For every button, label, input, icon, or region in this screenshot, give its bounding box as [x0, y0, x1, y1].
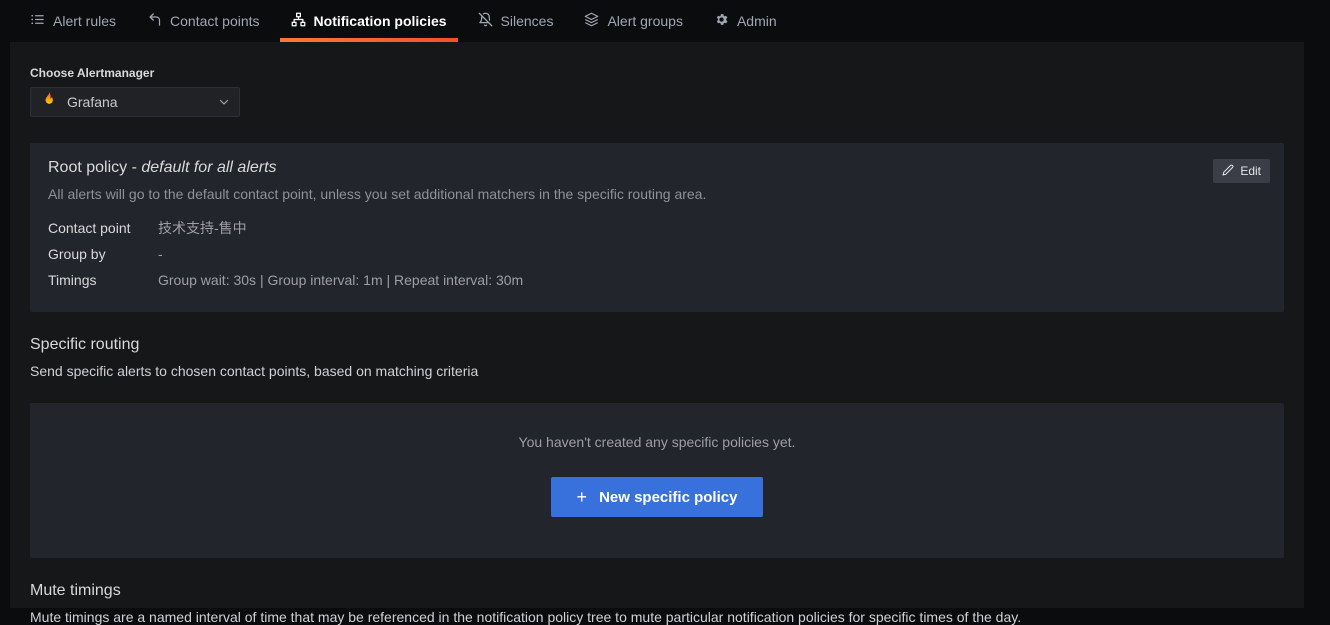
tab-alert-groups[interactable]: Alert groups	[573, 0, 693, 42]
specific-routing-empty-text: You haven't created any specific policie…	[519, 434, 796, 450]
pencil-icon	[1222, 164, 1234, 179]
contact-point-row: Contact point 技术支持-售中	[48, 220, 1266, 237]
corner-arrow-icon	[147, 12, 162, 30]
tab-alert-rules[interactable]: Alert rules	[19, 0, 127, 42]
group-by-row: Group by -	[48, 246, 1266, 263]
new-specific-policy-button[interactable]: + New specific policy	[551, 477, 764, 517]
mute-timings-description: Mute timings are a named interval of tim…	[30, 609, 1284, 625]
tab-label: Contact points	[170, 13, 260, 29]
edit-root-policy-button[interactable]: Edit	[1213, 159, 1270, 183]
tab-silences[interactable]: Silences	[467, 0, 565, 42]
gear-icon	[714, 12, 729, 30]
tab-label: Notification policies	[314, 13, 447, 29]
contact-point-label: Contact point	[48, 220, 158, 237]
alertmanager-selected-value: Grafana	[67, 94, 118, 110]
sitemap-icon	[291, 12, 306, 30]
chevron-down-icon	[218, 96, 230, 108]
alertmanager-picker-label: Choose Alertmanager	[30, 66, 1284, 80]
root-policy-title: Root policy - default for all alerts	[48, 159, 1266, 177]
specific-routing-description: Send specific alerts to chosen contact p…	[30, 363, 1284, 379]
plus-icon: +	[577, 488, 588, 506]
tab-notification-policies[interactable]: Notification policies	[280, 0, 458, 42]
tab-label: Silences	[501, 13, 554, 29]
tab-label: Alert rules	[53, 13, 116, 29]
group-by-label: Group by	[48, 246, 158, 263]
root-policy-title-emphasis: default for all alerts	[141, 159, 276, 176]
notification-policies-page: Choose Alertmanager Grafana Root policy	[10, 42, 1304, 608]
alertmanager-select[interactable]: Grafana	[30, 87, 240, 117]
mute-timings-title: Mute timings	[30, 582, 1284, 600]
bell-slash-icon	[478, 12, 493, 30]
contact-point-value: 技术支持-售中	[158, 220, 247, 237]
tab-label: Alert groups	[607, 13, 682, 29]
tab-label: Admin	[737, 13, 777, 29]
timings-label: Timings	[48, 272, 158, 289]
timings-row: Timings Group wait: 30s | Group interval…	[48, 272, 1266, 289]
tab-admin[interactable]: Admin	[703, 0, 788, 42]
specific-routing-title: Specific routing	[30, 336, 1284, 354]
timings-value: Group wait: 30s | Group interval: 1m | R…	[158, 272, 523, 289]
tab-contact-points[interactable]: Contact points	[136, 0, 271, 42]
root-policy-panel: Root policy - default for all alerts Edi…	[30, 143, 1284, 312]
layers-icon	[584, 12, 599, 30]
root-policy-description: All alerts will go to the default contac…	[48, 186, 1266, 202]
root-policy-details: Contact point 技术支持-售中 Group by - Timings…	[48, 220, 1266, 289]
alerting-tabbar: Alert rules Contact points Notification …	[0, 0, 1330, 42]
list-icon	[30, 12, 45, 30]
edit-button-label: Edit	[1240, 164, 1261, 178]
new-specific-policy-label: New specific policy	[599, 489, 737, 506]
specific-routing-empty-panel: You haven't created any specific policie…	[30, 403, 1284, 558]
group-by-value: -	[158, 246, 163, 263]
grafana-logo-icon	[40, 91, 58, 114]
